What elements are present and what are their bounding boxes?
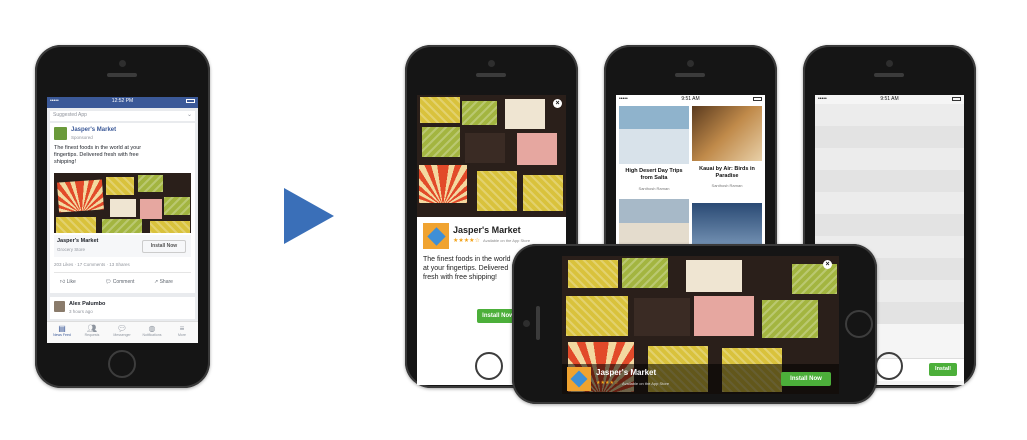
card-title: Jasper's Market	[57, 238, 99, 244]
phone-camera	[119, 60, 126, 67]
rating-stars: ★★★★☆	[453, 238, 480, 244]
phone-speaker	[874, 73, 904, 77]
app-logo	[567, 367, 591, 391]
article-author: Santhosh Raman	[711, 183, 743, 188]
rating-stars: ★★★★☆	[596, 380, 619, 386]
status-time: 12:52 PM	[111, 98, 134, 104]
card-subtitle: Grocery Store	[57, 247, 86, 252]
suggested-label: Suggested App	[53, 112, 87, 118]
messenger-icon: 💬︎	[116, 324, 128, 333]
battery-icon	[186, 99, 195, 103]
arrow-shape	[284, 188, 334, 244]
rating-text: Available on the App Store	[622, 381, 670, 386]
battery-icon	[952, 97, 961, 101]
sponsored-label: Sponsored	[71, 135, 93, 140]
phone-speaker	[476, 73, 506, 77]
share-label: Share	[159, 279, 173, 285]
ad-image[interactable]	[417, 95, 566, 217]
comment-label: Comment	[112, 279, 135, 285]
home-button[interactable]	[108, 350, 136, 378]
close-icon[interactable]: ×	[823, 260, 832, 269]
ad-body-text: The finest foods in the world at your fi…	[54, 145, 142, 165]
ad-image[interactable]	[54, 173, 191, 233]
share-button[interactable]: ↗ Share	[154, 279, 173, 285]
phone-camera	[886, 60, 893, 67]
home-button[interactable]	[845, 310, 873, 338]
status-time: 9:51 AM	[681, 96, 700, 102]
news-feed-screen: ••••• 12:52 PM Suggested App ⌄ Jasper's M…	[47, 97, 198, 343]
signal-icon: •••••	[619, 96, 628, 102]
tab-messenger[interactable]: 💬︎ Messenger	[107, 324, 137, 337]
home-button[interactable]	[875, 352, 903, 380]
article-author: Santhosh Raman	[638, 186, 670, 191]
right-arrow-icon	[284, 188, 334, 244]
advertiser-name[interactable]: Jasper's Market	[71, 127, 116, 133]
tab-requests[interactable]: 👥︎ Requests	[77, 324, 107, 337]
status-time: 9:51 AM	[880, 96, 899, 102]
tab-notifications[interactable]: ◍ Notifications	[137, 324, 167, 337]
tab-label: Notifications	[142, 333, 162, 337]
app-title: Jasper's Market	[596, 368, 657, 377]
comment-icon: 💬︎	[105, 279, 112, 285]
globe-icon: ◍	[148, 324, 156, 333]
article-image	[692, 106, 762, 161]
close-icon[interactable]: ×	[553, 99, 562, 108]
ad-post: Jasper's Market Sponsored The finest foo…	[50, 123, 195, 293]
app-title: Jasper's Market	[453, 225, 521, 235]
phone-camera	[488, 60, 495, 67]
avatar[interactable]	[54, 301, 65, 312]
next-time: 3 hours ago	[69, 309, 93, 314]
phone-camera	[523, 320, 530, 327]
tab-label: Messenger	[113, 333, 131, 337]
thumbs-up-icon: 👍︎	[60, 279, 66, 285]
signal-icon: •••••	[50, 98, 59, 104]
advertiser-logo[interactable]	[54, 127, 67, 140]
landscape-ad-bar: Jasper's Market ★★★★☆ Available on the A…	[562, 364, 839, 394]
home-button[interactable]	[475, 352, 503, 380]
phone-speaker	[107, 73, 137, 77]
menu-icon: ≡	[179, 324, 185, 333]
phone-speaker	[675, 73, 705, 77]
next-author[interactable]: Alex Palumbo	[69, 301, 105, 307]
phone-landscape: × Jasper's Market ★★★★☆ Available on the…	[512, 244, 877, 404]
battery-icon	[753, 97, 762, 101]
ad-card-footer: Jasper's Market Grocery Store Install No…	[54, 235, 191, 257]
comment-button[interactable]: 💬︎ Comment	[105, 279, 134, 285]
tab-news-feed[interactable]: ▤ News Feed	[47, 324, 77, 337]
phone-camera	[687, 60, 694, 67]
bottom-tab-bar: ▤ News Feed 👥︎ Requests 💬︎ Messenger ◍ N…	[47, 321, 198, 343]
tab-label: News Feed	[53, 333, 71, 337]
install-now-button[interactable]: Install Now	[142, 240, 186, 253]
article-title: Kauai by Air: Birds in Paradise	[699, 166, 755, 179]
tab-label: More	[178, 333, 186, 337]
like-label: Like	[66, 279, 76, 285]
app-logo	[423, 223, 449, 249]
article-card[interactable]: Kauai by Air: Birds in Paradise Santhosh…	[692, 106, 762, 196]
next-post: Alex Palumbo 3 hours ago	[50, 297, 195, 319]
ad-body-text: The finest foods in the world at your fi…	[423, 256, 511, 281]
article-title: High Desert Day Trips from Salta	[625, 168, 683, 181]
phone-news-feed: ••••• 12:52 PM Suggested App ⌄ Jasper's M…	[35, 45, 210, 388]
landscape-screen: × Jasper's Market ★★★★☆ Available on the…	[562, 256, 839, 394]
article-image	[619, 106, 689, 164]
suggested-header: Suggested App ⌄	[50, 111, 195, 121]
rating-text: Available on the App Store	[483, 238, 531, 243]
tab-label: Requests	[84, 333, 100, 337]
chevron-down-icon[interactable]: ⌄	[187, 111, 192, 118]
share-icon: ↗	[154, 279, 159, 285]
like-button[interactable]: 👍︎ Like	[60, 279, 76, 285]
tab-more[interactable]: ≡ More	[167, 324, 197, 337]
signal-icon: •••••	[818, 96, 827, 102]
install-now-button[interactable]: Install Now	[781, 372, 831, 386]
install-button[interactable]: Install	[929, 363, 957, 376]
friends-icon: 👥︎	[86, 324, 98, 333]
article-card[interactable]: High Desert Day Trips from Salta	[619, 106, 689, 196]
phone-speaker	[536, 306, 540, 340]
news-feed-icon: ▤	[58, 324, 66, 333]
post-stats: 203 Likes · 17 Comments · 13 Shares	[54, 262, 130, 267]
